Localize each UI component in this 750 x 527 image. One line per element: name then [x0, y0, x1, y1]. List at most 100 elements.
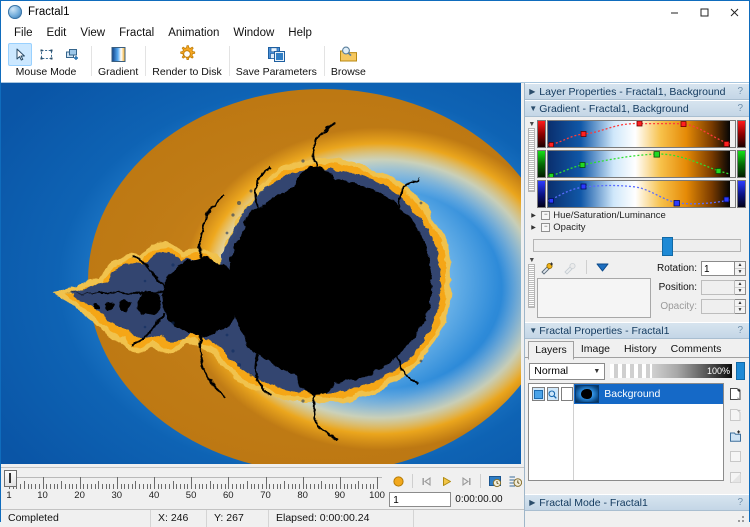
panel-header-gradient[interactable]: ▼ Gradient - Fractal1, Background ? [525, 100, 749, 117]
label-position: Position: [653, 282, 701, 293]
timeline-tick [243, 484, 244, 489]
green-curve-plot[interactable] [547, 150, 736, 178]
timeline-tick [169, 484, 170, 489]
panel-header-fractal-mode[interactable]: ▶ Fractal Mode - Fractal1 ? [525, 494, 749, 511]
tab-history[interactable]: History [617, 340, 664, 358]
timeline-tick-label: 10 [37, 490, 48, 501]
help-icon-fractal-properties[interactable]: ? [737, 325, 745, 336]
remove-node-icon[interactable] [560, 258, 581, 277]
blue-curve-plot[interactable] [547, 180, 736, 208]
panel-header-fractal-properties[interactable]: ▼ Fractal Properties - Fractal1 ? [525, 322, 749, 339]
help-icon-fractal-mode[interactable]: ? [737, 497, 745, 508]
prev-key-icon[interactable] [417, 471, 436, 491]
toolbar-group-browse: Browse [324, 43, 373, 79]
help-icon-layer-properties[interactable]: ? [737, 86, 745, 97]
input-position[interactable] [701, 280, 735, 295]
tab-comments[interactable]: Comments [664, 340, 729, 358]
menu-edit[interactable]: Edit [40, 26, 74, 40]
opacity-value: 100% [707, 364, 730, 378]
input-rotation[interactable]: 1 [701, 261, 735, 276]
blue-ramp-left [537, 180, 546, 208]
spin-down-icon[interactable]: ▼ [735, 287, 745, 294]
delete-layer-icon[interactable] [725, 405, 745, 424]
minimize-button[interactable] [659, 1, 689, 23]
node-menu-icon[interactable] [592, 258, 613, 277]
menu-window[interactable]: Window [226, 26, 281, 40]
close-button[interactable] [719, 1, 749, 23]
menu-help[interactable]: Help [281, 26, 319, 40]
timeline-tick [83, 484, 84, 489]
opacity-checker [610, 364, 651, 378]
timeline-tick [39, 484, 40, 489]
gradient-icon[interactable] [106, 43, 130, 66]
menu-file[interactable]: File [7, 26, 40, 40]
timeline-tick [31, 484, 32, 489]
layers-add-icon[interactable] [60, 43, 84, 66]
slider-thumb[interactable] [662, 237, 673, 256]
gradient-channel-red [537, 120, 746, 148]
frame-number-input[interactable]: 1 [389, 492, 451, 507]
expand-box-icon[interactable]: − [541, 211, 550, 220]
gradient-offset-slider[interactable] [533, 239, 741, 252]
tree-row-hsl[interactable]: ▶ − Hue/Saturation/Luminance [531, 210, 749, 220]
timeline-tick [358, 481, 359, 489]
layer-opacity-strip[interactable]: 100% [610, 364, 732, 378]
add-keyframe-icon[interactable] [485, 471, 504, 491]
timeline-tick [210, 481, 211, 489]
record-icon[interactable] [389, 471, 408, 491]
browse-folder-icon[interactable] [336, 43, 360, 66]
timeline-tick [106, 484, 107, 489]
save-parameters-icon[interactable] [264, 43, 288, 66]
add-node-icon[interactable] [537, 258, 558, 277]
keyframe-list-icon[interactable] [505, 471, 524, 491]
duplicate-layer-icon[interactable] [725, 426, 745, 445]
toolbar-label-browse: Browse [331, 66, 366, 79]
new-layer-icon[interactable] [725, 384, 745, 403]
timeline-tick-label: 50 [186, 490, 197, 501]
flatten-layer-icon[interactable] [725, 468, 745, 487]
menu-view[interactable]: View [73, 26, 112, 40]
tree-row-opacity[interactable]: ▶ − Opacity [531, 222, 749, 232]
tab-layers[interactable]: Layers [528, 341, 574, 360]
spinner-rotation[interactable]: ▲▼ [735, 261, 746, 276]
timeline-ruler[interactable]: 1102030405060708090100 [1, 468, 386, 509]
opacity-slider-handle[interactable] [736, 362, 745, 380]
timeline-tick [228, 477, 229, 489]
gradient-drag-handle[interactable]: ▼ [528, 120, 535, 208]
blend-mode-select[interactable]: Normal ▼ [529, 363, 605, 380]
menu-fractal[interactable]: Fractal [112, 26, 161, 40]
timeline-playhead[interactable] [4, 470, 17, 487]
merge-layer-icon[interactable] [725, 447, 745, 466]
spinner-position[interactable]: ▲▼ [735, 280, 746, 295]
gear-icon[interactable] [175, 43, 199, 66]
menu-animation[interactable]: Animation [161, 26, 226, 40]
red-curve-plot[interactable] [547, 120, 736, 148]
timeline-tick [57, 484, 58, 489]
maximize-button[interactable] [689, 1, 719, 23]
timeline-tick [180, 484, 181, 489]
timeline-tick [310, 484, 311, 489]
play-icon[interactable] [437, 471, 456, 491]
spin-down-icon[interactable]: ▼ [735, 268, 745, 275]
timeline-tick [240, 484, 241, 489]
timeline-tick [80, 477, 81, 489]
timeline-tick [98, 481, 99, 489]
help-icon-gradient[interactable]: ? [737, 103, 745, 114]
gradient-tools-drag-handle[interactable]: ▼ [528, 258, 535, 308]
cursor-icon[interactable] [8, 43, 32, 66]
timeline-tick [266, 477, 267, 489]
next-key-icon[interactable] [457, 471, 476, 491]
layer-row-selected[interactable]: Background [573, 384, 723, 404]
chevron-down-icon[interactable]: ▼ [589, 368, 604, 375]
timeline-tick [161, 484, 162, 489]
select-region-icon[interactable] [34, 43, 58, 66]
resize-grip[interactable] [733, 511, 747, 525]
panel-header-layer-properties[interactable]: ▶ Layer Properties - Fractal1, Backgroun… [525, 83, 749, 100]
timeline-tick [102, 484, 103, 489]
expand-box-icon[interactable]: − [541, 223, 550, 232]
tab-image[interactable]: Image [574, 340, 617, 358]
toolbar-label-render-to-disk: Render to Disk [152, 66, 221, 79]
mandelbrot-fractal[interactable] [1, 83, 521, 464]
timeline-tick [370, 484, 371, 489]
layer-list[interactable]: Background [528, 383, 724, 481]
